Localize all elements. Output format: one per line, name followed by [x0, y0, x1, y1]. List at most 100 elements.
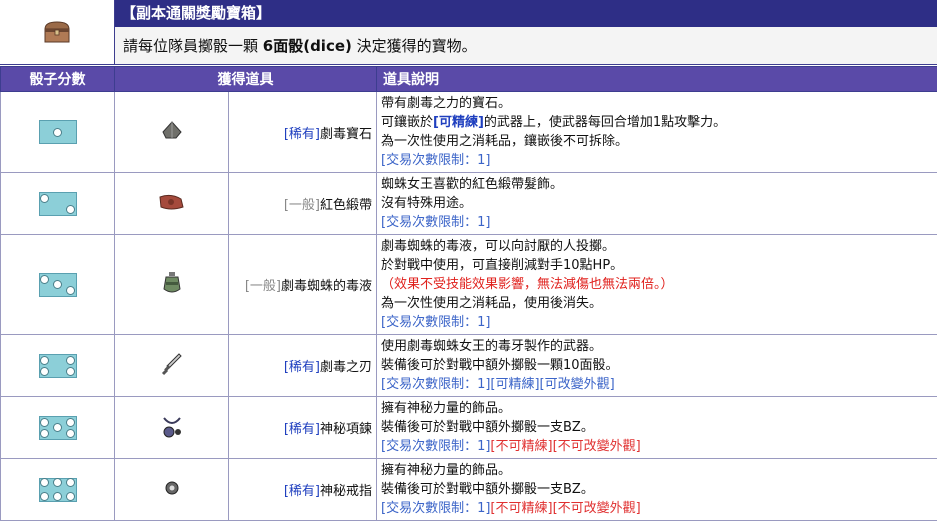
gem-icon: [161, 129, 183, 144]
die-pip: [66, 367, 75, 376]
die-face-6-icon: [39, 478, 77, 502]
item-description-cell: 擁有神秘力量的飾品。裝備後可於對戰中額外擲骰一支BZ。[交易次數限制：1][不可…: [377, 459, 937, 521]
item-description-cell: 帶有劇毒之力的寶石。可鑲嵌於[可精練]的武器上，使武器每回合增加1點攻擊力。為一…: [377, 92, 937, 173]
dice-score-cell: [1, 335, 115, 397]
desc-line: 為一次性使用之消耗品，使用後消失。: [381, 294, 933, 313]
trade-limit: [交易次數限制：1][不可精練][不可改變外觀]: [381, 499, 933, 518]
dice-score-cell: [1, 235, 115, 335]
trade-limit: [交易次數限制：1][不可精練][不可改變外觀]: [381, 437, 933, 456]
item-name: 劇毒之刃: [320, 360, 372, 375]
table-row: [稀有]神秘戒指擁有神秘力量的飾品。裝備後可於對戰中額外擲骰一支BZ。[交易次數…: [1, 459, 937, 521]
item-icon-cell: [115, 397, 229, 459]
die-pip: [66, 492, 75, 501]
trade-limit: [交易次數限制：1]: [381, 151, 933, 170]
desc-line: 於對戰中使用，可直接削減對手10點HP。: [381, 256, 933, 275]
die-face-5-icon: [39, 416, 77, 440]
rarity-tag: [稀有]: [284, 422, 320, 437]
item-icon-cell: [115, 92, 229, 173]
desc-line: 為一次性使用之消耗品，鑲嵌後不可拆除。: [381, 132, 933, 151]
item-name: 神秘項鍊: [320, 422, 372, 437]
item-name: 劇毒寶石: [320, 127, 372, 142]
desc-line: 沒有特殊用途。: [381, 194, 933, 213]
die-pip: [53, 423, 62, 432]
ring-icon: [164, 485, 180, 500]
table-row: [一般]劇毒蜘蛛的毒液劇毒蜘蛛的毒液，可以向討厭的人投擲。於對戰中使用，可直接削…: [1, 235, 937, 335]
desc-line: 蜘蛛女王喜歡的紅色緞帶髮飾。: [381, 175, 933, 194]
col-desc: 道具說明: [377, 67, 937, 92]
die-pip: [40, 492, 49, 501]
poison-jar-icon: [162, 284, 182, 299]
die-pip: [66, 286, 75, 295]
die-pip: [40, 194, 49, 203]
table-row: [稀有]劇毒之刃使用劇毒蜘蛛女王的毒牙製作的武器。裝備後可於對戰中額外擲骰一顆1…: [1, 335, 937, 397]
item-description-cell: 蜘蛛女王喜歡的紅色緞帶髮飾。沒有特殊用途。[交易次數限制：1]: [377, 173, 937, 235]
page: 【副本通關獎勵寶箱】 請每位隊員擲骰一顆 6面骰(dice) 決定獲得的寶物。 …: [0, 0, 937, 520]
die-pip: [66, 356, 75, 365]
item-description-cell: 使用劇毒蜘蛛女王的毒牙製作的武器。裝備後可於對戰中額外擲骰一顆10面骰。[交易次…: [377, 335, 937, 397]
desc-line: 裝備後可於對戰中額外擲骰一顆10面骰。: [381, 356, 933, 375]
die-pip: [66, 205, 75, 214]
item-icon-cell: [115, 235, 229, 335]
rarity-tag: [一般]: [284, 198, 320, 213]
item-description-cell: 擁有神秘力量的飾品。裝備後可於對戰中額外擲骰一支BZ。[交易次數限制：1][不可…: [377, 397, 937, 459]
trade-limit: [交易次數限制：1][可精練][可改變外觀]: [381, 375, 933, 394]
desc-line: （效果不受技能效果影響，無法減傷也無法兩倍。）: [381, 275, 933, 294]
rarity-tag: [稀有]: [284, 127, 320, 142]
col-item: 獲得道具: [115, 67, 377, 92]
table-header-row: 骰子分數 獲得道具 道具說明: [1, 67, 937, 92]
die-pip: [53, 280, 62, 289]
item-name-cell: [稀有]神秘戒指: [229, 459, 377, 521]
table-row: [稀有]神秘項鍊擁有神秘力量的飾品。裝備後可於對戰中額外擲骰一支BZ。[交易次數…: [1, 397, 937, 459]
die-face-4-icon: [39, 354, 77, 378]
desc-line: 劇毒蜘蛛的毒液，可以向討厭的人投擲。: [381, 237, 933, 256]
dagger-icon: [161, 365, 183, 380]
die-face-2-icon: [39, 192, 77, 216]
item-name-cell: [稀有]劇毒寶石: [229, 92, 377, 173]
treasure-chest-icon: [0, 0, 115, 65]
die-face-3-icon: [39, 273, 77, 297]
necklace-icon: [160, 427, 184, 442]
dice-score-cell: [1, 173, 115, 235]
desc-line: 擁有神秘力量的飾品。: [381, 461, 933, 480]
die-pip: [40, 356, 49, 365]
table-row: [一般]紅色緞帶蜘蛛女王喜歡的紅色緞帶髮飾。沒有特殊用途。[交易次數限制：1]: [1, 173, 937, 235]
table-row: [稀有]劇毒寶石帶有劇毒之力的寶石。可鑲嵌於[可精練]的武器上，使武器每回合增加…: [1, 92, 937, 173]
item-icon-cell: [115, 335, 229, 397]
die-pip: [53, 478, 62, 487]
item-description-cell: 劇毒蜘蛛的毒液，可以向討厭的人投擲。於對戰中使用，可直接削減對手10點HP。（效…: [377, 235, 937, 335]
trade-limit: [交易次數限制：1]: [381, 213, 933, 232]
instructions: 請每位隊員擲骰一顆 6面骰(dice) 決定獲得的寶物。: [115, 27, 937, 65]
rarity-tag: [一般]: [245, 279, 281, 294]
page-title: 【副本通關獎勵寶箱】: [115, 0, 937, 27]
die-pip: [53, 492, 62, 501]
item-name: 神秘戒指: [320, 484, 372, 499]
die-pip: [53, 128, 62, 137]
die-pip: [40, 367, 49, 376]
die-pip: [66, 418, 75, 427]
desc-line: 擁有神秘力量的飾品。: [381, 399, 933, 418]
desc-line: 裝備後可於對戰中額外擲骰一支BZ。: [381, 480, 933, 499]
hair-ribbon-icon: [157, 202, 187, 217]
desc-line: 裝備後可於對戰中額外擲骰一支BZ。: [381, 418, 933, 437]
die-pip: [66, 478, 75, 487]
item-icon-cell: [115, 173, 229, 235]
dice-score-cell: [1, 459, 115, 521]
item-icon-cell: [115, 459, 229, 521]
rarity-tag: [稀有]: [284, 360, 320, 375]
die-pip: [66, 429, 75, 438]
die-pip: [40, 429, 49, 438]
item-name-cell: [稀有]劇毒之刃: [229, 335, 377, 397]
reward-table: 骰子分數 獲得道具 道具說明 [稀有]劇毒寶石帶有劇毒之力的寶石。可鑲嵌於[可精…: [0, 66, 937, 521]
item-name: 劇毒蜘蛛的毒液: [281, 279, 372, 294]
rarity-tag: [稀有]: [284, 484, 320, 499]
item-name-cell: [稀有]神秘項鍊: [229, 397, 377, 459]
desc-line: 帶有劇毒之力的寶石。: [381, 94, 933, 113]
die-pip: [40, 478, 49, 487]
item-name-cell: [一般]紅色緞帶: [229, 173, 377, 235]
trade-limit: [交易次數限制：1]: [381, 313, 933, 332]
dice-score-cell: [1, 92, 115, 173]
col-dice-score: 骰子分數: [1, 67, 115, 92]
die-face-1-icon: [39, 120, 77, 144]
item-name: 紅色緞帶: [320, 198, 372, 213]
item-name-cell: [一般]劇毒蜘蛛的毒液: [229, 235, 377, 335]
